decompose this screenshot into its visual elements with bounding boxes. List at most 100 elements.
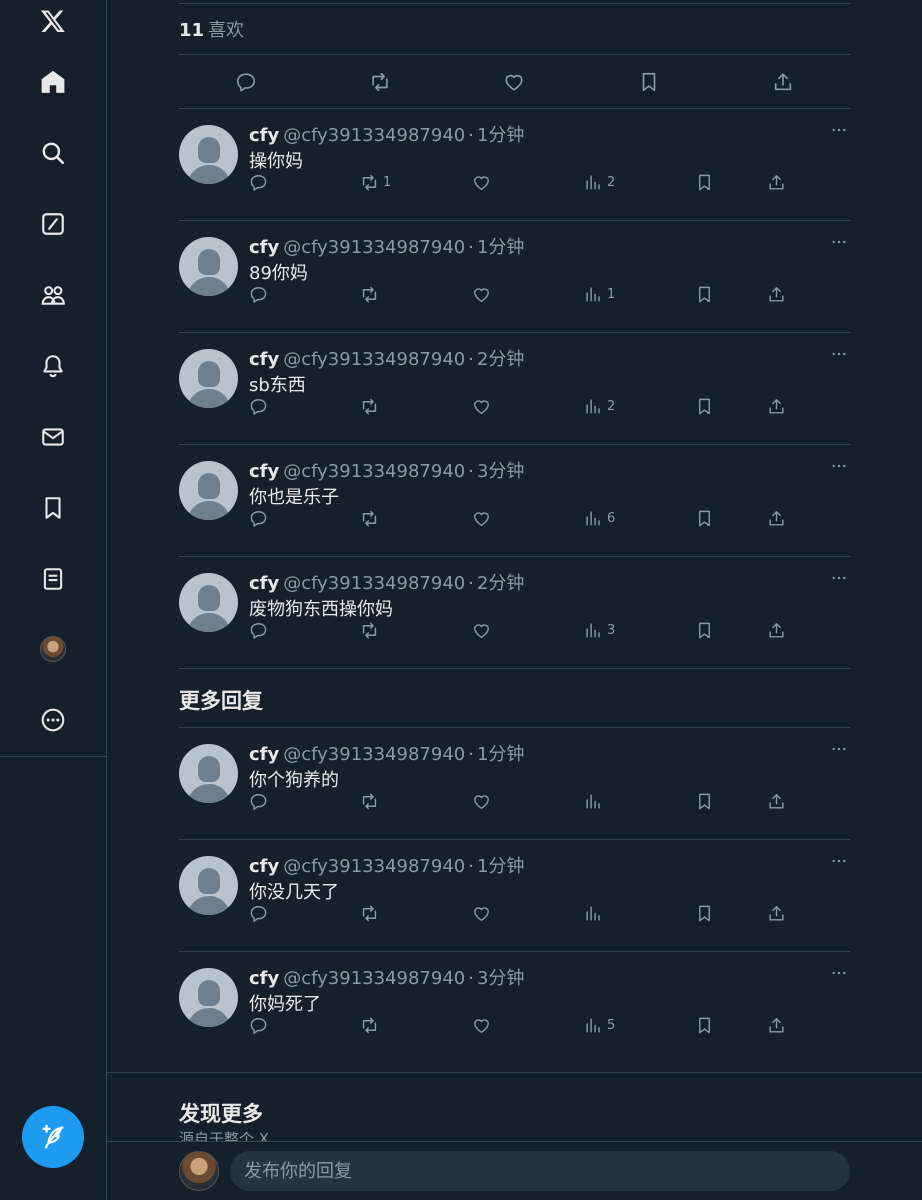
nav-explore[interactable] (33, 133, 73, 173)
nav-communities[interactable] (33, 275, 73, 315)
share-button[interactable] (767, 902, 790, 924)
reply-button[interactable] (249, 507, 272, 529)
timestamp[interactable]: 1分钟 (477, 237, 524, 258)
compose-post-button[interactable] (22, 1106, 84, 1168)
display-name[interactable]: cfy (249, 573, 279, 594)
reply-button[interactable] (249, 619, 272, 641)
display-name[interactable]: cfy (249, 744, 279, 765)
handle[interactable]: @cfy391334987940 (283, 461, 465, 482)
avatar[interactable] (179, 968, 238, 1027)
like-button[interactable] (472, 902, 495, 924)
like-button[interactable] (494, 62, 534, 102)
views-button[interactable]: 6 (584, 507, 615, 529)
reply-row[interactable]: cfy @cfy391334987940 · 3分钟 你妈死了 5 (179, 952, 850, 1064)
reply-button[interactable] (226, 62, 266, 102)
handle[interactable]: @cfy391334987940 (283, 968, 465, 989)
avatar[interactable] (179, 573, 238, 632)
nav-lists[interactable] (33, 559, 73, 599)
display-name[interactable]: cfy (249, 349, 279, 370)
nav-more[interactable] (33, 700, 73, 740)
views-button[interactable]: 1 (584, 283, 615, 305)
share-button[interactable] (767, 790, 790, 812)
reply-button[interactable] (249, 283, 272, 305)
views-button[interactable]: 2 (584, 171, 615, 193)
like-button[interactable] (472, 619, 495, 641)
repost-button[interactable] (360, 507, 383, 529)
my-avatar[interactable] (179, 1151, 219, 1191)
repost-button[interactable] (360, 62, 400, 102)
display-name[interactable]: cfy (249, 125, 279, 146)
more-options-button[interactable] (828, 231, 850, 253)
display-name[interactable]: cfy (249, 461, 279, 482)
nav-home[interactable] (33, 62, 73, 102)
more-options-button[interactable] (828, 455, 850, 477)
nav-notifications[interactable] (33, 346, 73, 386)
repost-button[interactable]: 1 (360, 171, 391, 193)
timestamp[interactable]: 2分钟 (477, 349, 524, 370)
repost-button[interactable] (360, 790, 383, 812)
reply-row[interactable]: cfy @cfy391334987940 · 1分钟 你没几天了 (179, 840, 850, 952)
avatar[interactable] (179, 237, 238, 296)
bookmark-button[interactable] (629, 62, 669, 102)
avatar[interactable] (179, 461, 238, 520)
reply-row[interactable]: cfy @cfy391334987940 · 1分钟 操你妈 1 2 (179, 109, 850, 221)
likes-count[interactable]: 11 喜欢 (179, 16, 244, 42)
share-button[interactable] (767, 171, 790, 193)
bookmark-button[interactable] (695, 902, 718, 924)
display-name[interactable]: cfy (249, 237, 279, 258)
avatar[interactable] (179, 349, 238, 408)
x-logo[interactable] (33, 1, 73, 41)
repost-button[interactable] (360, 1014, 383, 1036)
repost-button[interactable] (360, 395, 383, 417)
display-name[interactable]: cfy (249, 968, 279, 989)
handle[interactable]: @cfy391334987940 (283, 349, 465, 370)
nav-bookmarks[interactable] (33, 488, 73, 528)
reply-input[interactable] (230, 1151, 850, 1191)
views-button[interactable] (584, 902, 607, 924)
like-button[interactable] (472, 283, 495, 305)
reply-button[interactable] (249, 395, 272, 417)
bookmark-button[interactable] (695, 790, 718, 812)
avatar[interactable] (179, 744, 238, 803)
views-button[interactable]: 2 (584, 395, 615, 417)
reply-button[interactable] (249, 171, 272, 193)
timestamp[interactable]: 3分钟 (477, 968, 524, 989)
like-button[interactable] (472, 171, 495, 193)
share-button[interactable] (767, 395, 790, 417)
share-button[interactable] (767, 507, 790, 529)
like-button[interactable] (472, 1014, 495, 1036)
more-options-button[interactable] (828, 962, 850, 984)
handle[interactable]: @cfy391334987940 (283, 237, 465, 258)
avatar[interactable] (179, 856, 238, 915)
nav-messages[interactable] (33, 417, 73, 457)
handle[interactable]: @cfy391334987940 (283, 856, 465, 877)
timestamp[interactable]: 2分钟 (477, 573, 524, 594)
like-button[interactable] (472, 395, 495, 417)
reply-button[interactable] (249, 902, 272, 924)
bookmark-button[interactable] (695, 507, 718, 529)
share-button[interactable] (767, 619, 790, 641)
reply-row[interactable]: cfy @cfy391334987940 · 3分钟 你也是乐子 6 (179, 445, 850, 557)
bookmark-button[interactable] (695, 619, 718, 641)
more-options-button[interactable] (828, 738, 850, 760)
bookmark-button[interactable] (695, 283, 718, 305)
handle[interactable]: @cfy391334987940 (283, 573, 465, 594)
reply-row[interactable]: cfy @cfy391334987940 · 2分钟 废物狗东西操你妈 3 (179, 557, 850, 669)
more-options-button[interactable] (828, 343, 850, 365)
timestamp[interactable]: 1分钟 (477, 125, 524, 146)
share-button[interactable] (763, 62, 803, 102)
reply-button[interactable] (249, 1014, 272, 1036)
handle[interactable]: @cfy391334987940 (283, 125, 465, 146)
avatar[interactable] (179, 125, 238, 184)
timestamp[interactable]: 1分钟 (477, 856, 524, 877)
reply-button[interactable] (249, 790, 272, 812)
like-button[interactable] (472, 790, 495, 812)
nav-profile[interactable] (33, 629, 73, 669)
views-button[interactable] (584, 790, 607, 812)
bookmark-button[interactable] (695, 395, 718, 417)
repost-button[interactable] (360, 902, 383, 924)
timestamp[interactable]: 1分钟 (477, 744, 524, 765)
reply-row[interactable]: cfy @cfy391334987940 · 1分钟 你个狗养的 (179, 728, 850, 840)
more-options-button[interactable] (828, 567, 850, 589)
more-options-button[interactable] (828, 850, 850, 872)
